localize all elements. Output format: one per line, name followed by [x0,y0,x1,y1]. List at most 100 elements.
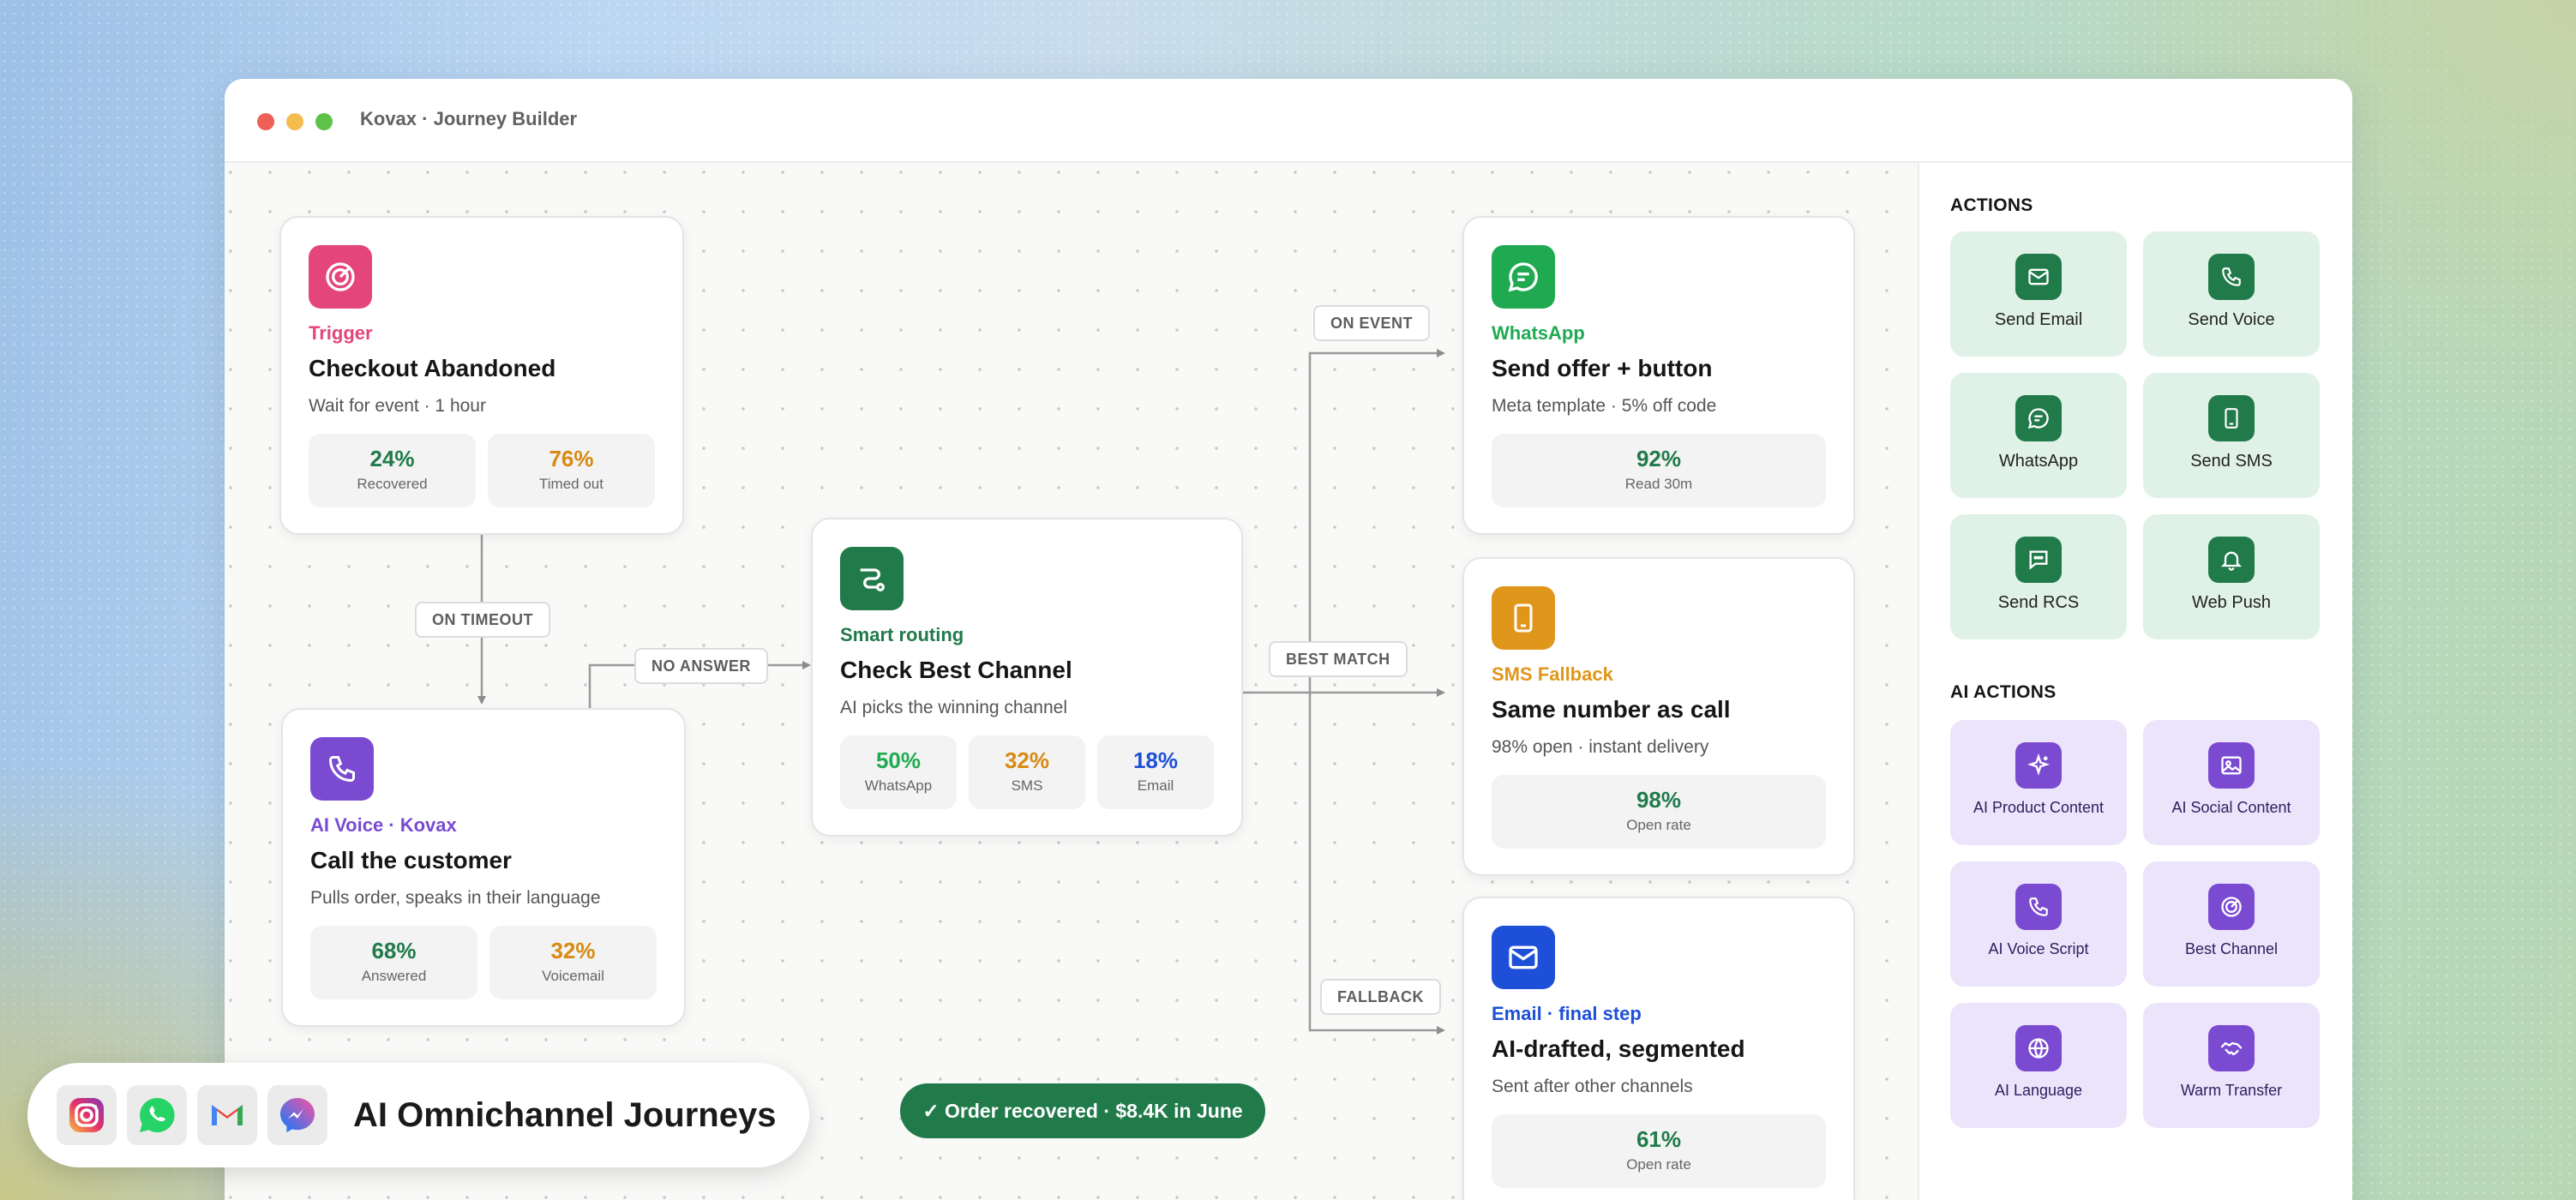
minimize-window-button[interactable] [286,113,303,130]
route-icon [840,547,904,610]
globe-icon [2015,1025,2062,1071]
phone-icon [2208,254,2255,300]
phone-icon [2015,884,2062,930]
instagram-icon [57,1085,117,1145]
action-label: Send RCS [1997,593,2080,612]
node-subtitle: Sent after other channels [1492,1077,1693,1096]
trigger-node[interactable]: Trigger Checkout Abandoned Wait for even… [279,216,684,535]
stat-read-30m: 92% Read 30m [1492,434,1826,507]
node-subtitle: Meta template · 5% off code [1492,396,1717,416]
bell-icon [2208,537,2255,583]
edge-label-on-event: ON EVENT [1313,305,1431,341]
node-kind: AI Voice · Kovax [310,814,457,836]
node-subtitle: AI picks the winning channel [840,698,1067,717]
title-bar: Kovax · Journey Builder [225,79,2352,163]
ai-action-product-content[interactable]: AI Product Content [1950,720,2127,845]
actions-heading: ACTIONS [1950,195,2033,215]
node-stats: 92% Read 30m [1492,434,1826,507]
node-stats: 50% WhatsApp 32% SMS 18% Email [840,735,1214,809]
action-label: Warm Transfer [2180,1082,2283,1099]
action-label: AI Language [1994,1082,2083,1099]
action-send-email[interactable]: Send Email [1950,231,2127,357]
node-stats: 24% Recovered 76% Timed out [309,434,655,507]
action-whatsapp[interactable]: WhatsApp [1950,373,2127,498]
node-kind: Trigger [309,322,373,344]
status-text: ✓ Order recovered · $8.4K in June [922,1099,1243,1122]
smart-routing-node[interactable]: Smart routing Check Best Channel AI pick… [811,518,1243,837]
mobile-phone-icon [2208,395,2255,441]
sms-fallback-node[interactable]: SMS Fallback Same number as call 98% ope… [1462,557,1855,876]
target-icon [309,245,372,309]
action-label: Send Email [1994,310,2083,329]
stat-timed-out: 76% Timed out [488,434,655,507]
whatsapp-node[interactable]: WhatsApp Send offer + button Meta templa… [1462,216,1855,535]
ai-voice-node[interactable]: AI Voice · Kovax Call the customer Pulls… [281,708,686,1027]
ai-actions-heading: AI ACTIONS [1950,682,2057,702]
stat-sms: 32% SMS [969,735,1085,809]
node-title: Send offer + button [1492,355,1713,381]
action-label: Send Voice [2188,310,2275,329]
action-label: AI Social Content [2171,799,2291,816]
action-label: AI Product Content [1973,799,2105,816]
order-recovered-badge: ✓ Order recovered · $8.4K in June [900,1083,1265,1138]
ai-action-warm-transfer[interactable]: Warm Transfer [2143,1003,2320,1128]
action-label: AI Voice Script [1988,940,2089,957]
brand-banner: AI Omnichannel Journeys [27,1063,809,1167]
stat-whatsapp: 50% WhatsApp [840,735,957,809]
action-label: WhatsApp [1998,452,2079,471]
mobile-phone-icon [1492,586,1555,650]
stat-email: 18% Email [1097,735,1214,809]
node-subtitle: Pulls order, speaks in their language [310,888,601,908]
node-kind: Smart routing [840,624,964,645]
action-send-sms[interactable]: Send SMS [2143,373,2320,498]
edge-label-no-answer: NO ANSWER [634,648,768,684]
ai-action-language[interactable]: AI Language [1950,1003,2127,1128]
node-title: Checkout Abandoned [309,355,556,381]
window-title: Kovax · Journey Builder [360,108,578,129]
messenger-icon [267,1085,327,1145]
stat-open-rate: 61% Open rate [1492,1114,1826,1188]
node-title: Check Best Channel [840,657,1072,683]
node-title: Call the customer [310,847,512,873]
stat-recovered: 24% Recovered [309,434,476,507]
node-title: Same number as call [1492,696,1731,723]
email-node[interactable]: Email · final step AI-drafted, segmented… [1462,897,1855,1200]
node-stats: 68% Answered 32% Voicemail [310,926,657,999]
image-icon [2208,742,2255,789]
stat-open-rate: 98% Open rate [1492,775,1826,849]
phone-icon [310,737,374,801]
stat-answered: 68% Answered [310,926,477,999]
node-kind: SMS Fallback [1492,663,1613,685]
envelope-icon [1492,926,1555,989]
close-window-button[interactable] [257,113,274,130]
zoom-window-button[interactable] [315,113,333,130]
envelope-icon [2015,254,2062,300]
action-web-push[interactable]: Web Push [2143,514,2320,639]
action-label: Best Channel [2184,940,2279,957]
action-send-rcs[interactable]: Send RCS [1950,514,2127,639]
node-kind: WhatsApp [1492,322,1585,344]
edge-label-fallback: FALLBACK [1320,979,1441,1015]
action-label: Web Push [2192,593,2271,612]
stat-voicemail: 32% Voicemail [489,926,657,999]
handshake-icon [2208,1025,2255,1071]
brand-title: AI Omnichannel Journeys [353,1095,777,1134]
message-dots-icon [2015,537,2062,583]
node-subtitle: 98% open · instant delivery [1492,737,1709,757]
chat-bubble-icon [1492,245,1555,309]
target-icon [2208,884,2255,930]
node-subtitle: Wait for event · 1 hour [309,396,486,416]
ai-action-best-channel[interactable]: Best Channel [2143,861,2320,987]
node-stats: 98% Open rate [1492,775,1826,849]
whatsapp-icon [127,1085,187,1145]
action-label: Send SMS [2190,452,2273,471]
chat-bubble-icon [2015,395,2062,441]
action-send-voice[interactable]: Send Voice [2143,231,2320,357]
ai-action-voice-script[interactable]: AI Voice Script [1950,861,2127,987]
ai-action-social-content[interactable]: AI Social Content [2143,720,2320,845]
node-stats: 61% Open rate [1492,1114,1826,1188]
node-kind: Email · final step [1492,1003,1642,1024]
edge-label-best-match: BEST MATCH [1269,641,1408,677]
edge-label-on-timeout: ON TIMEOUT [415,602,550,638]
node-title: AI-drafted, segmented [1492,1035,1745,1062]
